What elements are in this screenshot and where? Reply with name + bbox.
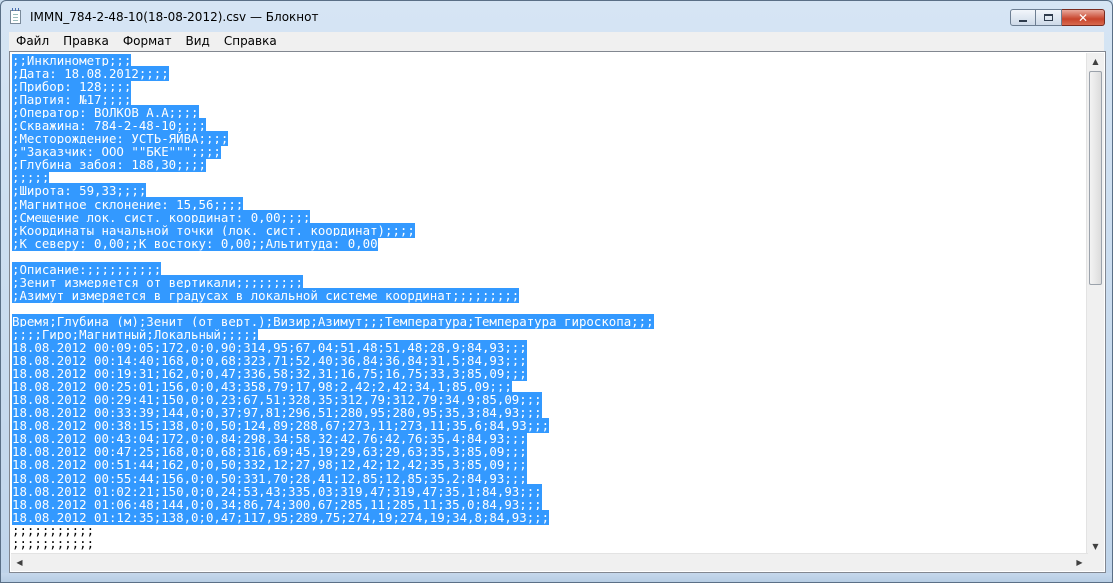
menu-edit[interactable]: Правка — [56, 32, 116, 51]
text-line: 18.08.2012 00:55:44;156,0;0,50;331,70;28… — [12, 470, 1087, 486]
menu-view[interactable]: Вид — [179, 32, 217, 51]
close-button[interactable]: ✕ — [1062, 9, 1105, 26]
notepad-app-icon[interactable] — [10, 8, 21, 24]
scroll-left-arrow-icon[interactable]: ◀ — [11, 554, 28, 571]
text-line: ;;;;;;;;;;; — [12, 524, 1087, 537]
minimize-icon — [1019, 19, 1027, 22]
vertical-scrollbar[interactable]: ▲ ▼ — [1086, 53, 1104, 555]
scroll-down-arrow-icon[interactable]: ▼ — [1087, 538, 1104, 555]
text-line: ;Описание:;;;;;;;;;; — [12, 261, 1087, 277]
scroll-up-arrow-icon[interactable]: ▲ — [1087, 53, 1104, 70]
text-line: ;Широта: 59,33;;;; — [12, 183, 1087, 199]
window-bottom-border — [1, 573, 1112, 582]
text-line: ;;;;; — [12, 170, 1087, 186]
title-bar[interactable]: IMMN_784-2-48-10(18-08-2012).csv — Блокн… — [1, 1, 1112, 31]
text-line: ;;Инклинометр;;; — [12, 54, 1087, 68]
horizontal-scrollbar[interactable]: ◀ ▶ — [11, 553, 1088, 571]
text-line: ;;;;;;;;;;; — [12, 537, 1087, 550]
text-line: ;Дата: 18.08.2012;;;; — [12, 66, 1087, 82]
text-line: ;Магнитное склонение: 15,56;;;; — [12, 196, 1087, 212]
text-line: 18.08.2012 01:12:35;138,0;0,47;117,95;28… — [12, 509, 1087, 525]
scrollbar-corner — [1087, 554, 1104, 571]
maximize-icon — [1044, 14, 1053, 21]
text-line: ;Глубина забоя: 188,30;;;; — [12, 157, 1087, 173]
close-icon: ✕ — [1077, 10, 1089, 25]
maximize-button[interactable] — [1036, 9, 1062, 26]
scroll-right-arrow-icon[interactable]: ▶ — [1071, 554, 1088, 571]
selected-text: ;Азимут измеряется в градусах в локально… — [12, 287, 520, 303]
text-line: ;К северу: 0,00;;К востоку: 0,00;;Альтит… — [12, 235, 1087, 251]
text-line: 18.08.2012 01:02:21;150,0;0,24;53,43;335… — [12, 483, 1087, 499]
text-line: ;Зенит измеряется от вертикали;;;;;;;;; — [12, 274, 1087, 290]
text-lines: ;;Инклинометр;;; ;Дата: 18.08.2012;;;; ;Пр… — [12, 54, 1087, 550]
text-line: 18.08.2012 01:06:48;144,0;0,34;86,74;300… — [12, 496, 1087, 512]
menu-bar: Файл Правка Формат Вид Справка — [9, 32, 1104, 51]
text-line: ;Координаты начальной точки (лок. сист. … — [12, 222, 1087, 238]
text-editor[interactable]: ;;Инклинометр;;; ;Дата: 18.08.2012;;;; ;Пр… — [12, 54, 1087, 555]
window-title: IMMN_784-2-48-10(18-08-2012).csv — Блокн… — [30, 10, 319, 24]
text-line: 18.08.2012 00:51:44;162,0;0,50;332,12;27… — [12, 457, 1087, 473]
menu-help[interactable]: Справка — [217, 32, 284, 51]
vertical-scroll-thumb[interactable] — [1089, 71, 1102, 285]
line-text: ;;;;;;;;;;; — [12, 535, 95, 551]
text-line: ;Прибор: 128;;;; — [12, 79, 1087, 95]
text-line: ;Азимут измеряется в градусах в локально… — [12, 287, 1087, 303]
text-line — [12, 250, 1087, 263]
selected-text: ;К северу: 0,00;;К востоку: 0,00;;Альтит… — [12, 235, 378, 251]
notepad-window: IMMN_784-2-48-10(18-08-2012).csv — Блокн… — [0, 0, 1113, 583]
menu-format[interactable]: Формат — [116, 32, 179, 51]
text-area-frame: ;;Инклинометр;;; ;Дата: 18.08.2012;;;; ;Пр… — [9, 51, 1106, 573]
menu-file[interactable]: Файл — [9, 32, 56, 51]
minimize-button[interactable] — [1010, 9, 1036, 26]
text-line — [12, 302, 1087, 315]
caption-buttons: ✕ — [1010, 9, 1105, 28]
text-line: ;Смещение лок. сист. координат: 0,00;;;; — [12, 209, 1087, 225]
